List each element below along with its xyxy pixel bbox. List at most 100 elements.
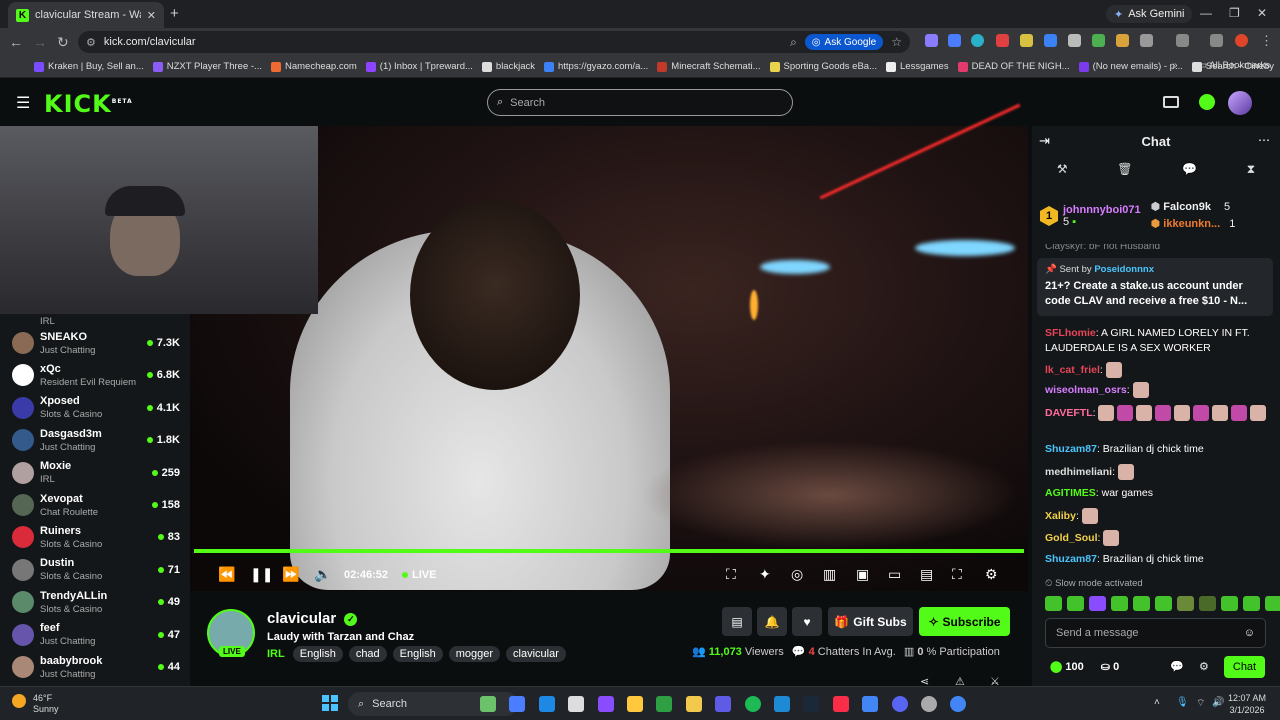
taskbar-app-icon[interactable]: [538, 696, 555, 712]
sparkle-icon[interactable]: ✦: [759, 566, 771, 583]
taskbar-app-icon[interactable]: [891, 696, 908, 712]
extension-icon[interactable]: [1044, 34, 1057, 47]
emoji-icon[interactable]: ☺: [1244, 627, 1255, 639]
rewind-stream-icon[interactable]: ◎: [791, 566, 803, 583]
stream-tag[interactable]: mogger: [448, 646, 501, 662]
extension-icon[interactable]: [1020, 34, 1033, 47]
chat-message[interactable]: Shuzam87: Brazilian dj chick time: [1045, 442, 1271, 457]
stream-tag[interactable]: chad: [348, 646, 387, 662]
chat-username[interactable]: SFLhomie: [1045, 327, 1096, 339]
pinned-message[interactable]: 📌 Sent by Poseidonnnx 21+? Create a stak…: [1037, 258, 1273, 316]
weather-widget[interactable]: 46°F Sunny: [33, 693, 59, 715]
taskbar-app-icon[interactable]: [480, 696, 496, 712]
leaderboard-first[interactable]: 1 johnnnyboi071 5 ▪: [1040, 204, 1141, 228]
chat-settings-icon[interactable]: ⚙: [1199, 660, 1209, 673]
chat-message[interactable]: DAVEFTL:: [1045, 405, 1271, 421]
settings-gear-icon[interactable]: ⚙: [985, 566, 998, 583]
subscribe-button[interactable]: ✧ Subscribe: [919, 607, 1010, 636]
chat-input[interactable]: Send a message ☺: [1045, 618, 1266, 648]
emote-icon[interactable]: [1045, 596, 1062, 611]
bookmark-item[interactable]: Kraken | Buy, Sell an...: [34, 61, 144, 72]
system-clock[interactable]: 12:07 AM 3/1/2026: [1228, 692, 1266, 716]
back-icon[interactable]: ←: [9, 34, 23, 50]
clips-icon[interactable]: ▤: [722, 607, 752, 636]
hammer-icon[interactable]: ⚒: [1057, 162, 1068, 186]
chat-username[interactable]: Xaliby: [1045, 510, 1076, 522]
hourglass-icon[interactable]: ⧗: [1247, 162, 1255, 186]
live-indicator[interactable]: LIVE: [402, 569, 436, 581]
emote-icon[interactable]: [1155, 596, 1172, 611]
weather-sun-icon[interactable]: [12, 694, 26, 708]
extension-icon[interactable]: [996, 34, 1009, 47]
taskbar-app-icon[interactable]: [715, 696, 732, 712]
clip-icon[interactable]: ⛶: [726, 566, 736, 583]
emote-icon[interactable]: [1133, 596, 1150, 611]
emote-icon[interactable]: [1199, 596, 1216, 611]
taskbar-app-icon[interactable]: [803, 696, 820, 712]
chat-username[interactable]: medhimeliani: [1045, 466, 1112, 478]
fast-forward-icon[interactable]: ⏩: [282, 566, 299, 583]
bookmark-item[interactable]: (No new emails) - p...: [1078, 61, 1183, 72]
emote-icon[interactable]: [1067, 596, 1084, 611]
user-avatar[interactable]: [1228, 91, 1252, 115]
gift-subs-button[interactable]: 🎁 Gift Subs: [828, 607, 913, 636]
sidebar-channel[interactable]: TrendyALLin Slots & Casino 49: [12, 586, 180, 618]
stats-icon[interactable]: ▥: [823, 566, 836, 583]
extension-icon[interactable]: [1116, 34, 1129, 47]
tray-chevron-icon[interactable]: ˄: [1154, 697, 1160, 708]
bookmark-item[interactable]: https://gyazo.com/a...: [543, 61, 648, 72]
sidebar-channel[interactable]: SNEAKO Just Chatting 7.3K: [12, 327, 180, 359]
bookmark-item[interactable]: Sporting Goods eBa...: [769, 61, 877, 72]
bookmark-item[interactable]: blackjack: [481, 61, 535, 72]
stream-tag[interactable]: clavicular: [506, 646, 566, 662]
stream-tag[interactable]: English: [292, 646, 343, 662]
chat-message[interactable]: SFLhomie: A GIRL NAMED LORELY IN FT. LAU…: [1045, 326, 1271, 356]
hamburger-menu-icon[interactable]: ☰: [16, 93, 30, 113]
extension-icon[interactable]: [925, 34, 938, 47]
taskbar-app-icon[interactable]: [832, 696, 849, 712]
sidebar-channel[interactable]: Dasgasd3m Just Chatting 1.8K: [12, 424, 180, 456]
split-view-icon[interactable]: [1176, 34, 1189, 47]
leaderboard-others[interactable]: ⬢ Falcon9k 5 ⬢ ikkeunkn... 1: [1151, 199, 1236, 233]
chat-message[interactable]: Shuzam87: Brazilian dj chick time: [1045, 552, 1271, 567]
sidebar-channel[interactable]: Xposed Slots & Casino 4.1K: [12, 392, 180, 424]
zoom-icon[interactable]: ⌕: [790, 35, 797, 50]
send-chat-button[interactable]: Chat: [1224, 656, 1265, 678]
sidebar-channel[interactable]: feef Just Chatting 47: [12, 619, 180, 651]
bookmark-item[interactable]: NZXT Player Three -...: [152, 61, 262, 72]
new-tab-button[interactable]: +: [170, 5, 179, 22]
emote-icon[interactable]: [1111, 596, 1128, 611]
bookmarks-overflow-icon[interactable]: »: [1172, 60, 1178, 71]
trash-icon[interactable]: 🗑: [1117, 162, 1132, 186]
emote-icon[interactable]: [1089, 596, 1106, 611]
all-bookmarks-button[interactable]: ▭ All Bookmarks: [1198, 60, 1270, 71]
rewind-icon[interactable]: ⏪: [218, 566, 235, 583]
channel-name[interactable]: clavicular ✓: [267, 610, 358, 627]
taskbar-app-icon[interactable]: [597, 696, 614, 712]
sidebar-channel[interactable]: Dustin Slots & Casino 71: [12, 554, 180, 586]
bookmark-item[interactable]: Minecraft Schemati...: [657, 61, 761, 72]
chat-message[interactable]: wiseolman_osrs:: [1045, 382, 1271, 398]
profile-avatar-icon[interactable]: [1235, 34, 1248, 47]
emote-icon[interactable]: [1221, 596, 1238, 611]
chat-message[interactable]: Xaliby:: [1045, 508, 1271, 524]
ask-google-button[interactable]: ◎ Ask Google: [804, 34, 884, 50]
emote-icon[interactable]: [1243, 596, 1260, 611]
chat-menu-icon[interactable]: ⋯: [1258, 133, 1270, 147]
taskbar-app-icon[interactable]: [627, 696, 643, 712]
chat-message[interactable]: lk_cat_friel:: [1045, 362, 1271, 378]
maximize-icon[interactable]: ❐: [1229, 6, 1240, 20]
video-progress-bar[interactable]: [194, 549, 1024, 553]
forward-icon[interactable]: →: [33, 34, 47, 50]
browser-tab[interactable]: K clavicular Stream - Watch L ✕: [8, 2, 164, 28]
ask-gemini-button[interactable]: ✦ Ask Gemini: [1106, 5, 1193, 23]
window-close-icon[interactable]: ✕: [1257, 6, 1267, 20]
bookmark-item[interactable]: (1) Inbox | Tpreward...: [365, 61, 473, 72]
browser-menu-icon[interactable]: ⋮: [1260, 33, 1273, 49]
reading-list-icon[interactable]: [1210, 34, 1223, 47]
bookmark-item[interactable]: Namecheap.com: [270, 61, 357, 72]
chat-username[interactable]: lk_cat_friel: [1045, 364, 1100, 376]
volume-icon[interactable]: 🔊: [1212, 697, 1224, 708]
extension-icon[interactable]: [948, 34, 961, 47]
sidebar-channel[interactable]: baabybrook Just Chatting 44: [12, 651, 180, 683]
